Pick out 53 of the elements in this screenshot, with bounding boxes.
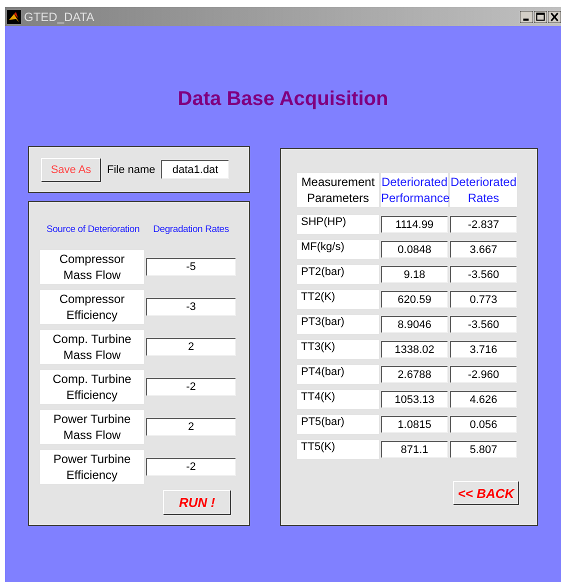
rate-field[interactable]: -2.960 [450, 366, 517, 383]
column-header: Measurement Parameters [297, 173, 379, 207]
parameter-label: SHP(HP) [297, 215, 379, 234]
rate-field[interactable]: -3.560 [450, 266, 517, 283]
parameter-label: PT4(bar) [297, 365, 379, 384]
rate-field[interactable]: -5 [146, 258, 236, 276]
column-header: Deteriorated Performance [381, 173, 448, 207]
performance-field[interactable]: 871.1 [381, 441, 448, 458]
close-icon[interactable] [548, 10, 561, 22]
source-label: Compressor Efficiency [40, 290, 144, 324]
rate-field[interactable]: -2 [146, 458, 236, 476]
rate-field[interactable]: 0.773 [450, 291, 517, 308]
performance-field[interactable]: 0.0848 [381, 241, 448, 258]
rate-field[interactable]: 4.626 [450, 391, 517, 408]
parameter-label: TT5(K) [297, 440, 379, 459]
window-title: GTED_DATA [24, 10, 94, 24]
rate-field[interactable]: -3.560 [450, 316, 517, 333]
rate-field[interactable]: -2 [146, 378, 236, 396]
rate-field[interactable]: 3.716 [450, 341, 517, 358]
source-label: Comp. Turbine Mass Flow [40, 330, 144, 364]
performance-field[interactable]: 9.18 [381, 266, 448, 283]
performance-field[interactable]: 1053.13 [381, 391, 448, 408]
page-heading: Data Base Acquisition [176, 87, 390, 112]
source-label: Power Turbine Mass Flow [40, 410, 144, 444]
parameter-label: TT3(K) [297, 340, 379, 359]
parameter-label: TT2(K) [297, 290, 379, 309]
parameter-label: MF(kg/s) [297, 240, 379, 259]
maximize-icon[interactable] [534, 10, 547, 22]
parameter-label: PT3(bar) [297, 315, 379, 334]
performance-field[interactable]: 1114.99 [381, 216, 448, 233]
parameter-label: TT4(K) [297, 390, 379, 409]
parameter-label: PT5(bar) [297, 415, 379, 434]
file-name-label: File name [107, 164, 156, 176]
source-label: Compressor Mass Flow [40, 250, 144, 284]
file-name-field[interactable]: data1.dat [161, 160, 230, 179]
rate-field[interactable]: 2 [146, 418, 236, 436]
parameter-label: PT2(bar) [297, 265, 379, 284]
source-label: Comp. Turbine Efficiency [40, 370, 144, 404]
rate-field[interactable]: -2.837 [450, 216, 517, 233]
performance-field[interactable]: 8.9046 [381, 316, 448, 333]
source-label: Power Turbine Efficiency [40, 450, 144, 484]
rate-field[interactable]: 3.667 [450, 241, 517, 258]
rate-field[interactable]: 0.056 [450, 416, 517, 433]
performance-field[interactable]: 2.6788 [381, 366, 448, 383]
minimize-icon[interactable] [520, 10, 533, 22]
rate-field[interactable]: -3 [146, 298, 236, 316]
column-header: Deteriorated Rates [450, 173, 517, 207]
app-icon [7, 10, 21, 24]
rate-field[interactable]: 5.807 [450, 441, 517, 458]
performance-field[interactable]: 1.0815 [381, 416, 448, 433]
performance-field[interactable]: 620.59 [381, 291, 448, 308]
rate-field[interactable]: 2 [146, 338, 236, 356]
performance-field[interactable]: 1338.02 [381, 341, 448, 358]
